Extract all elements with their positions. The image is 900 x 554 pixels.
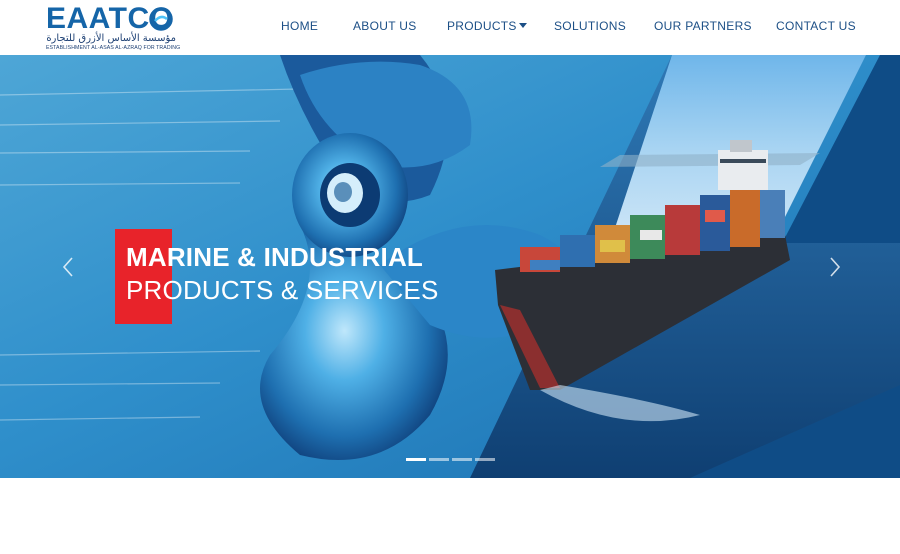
content-area bbox=[0, 478, 900, 554]
site-header: EAATCO مؤسسة الأساس الأزرق للتجارة ESTAB… bbox=[0, 0, 900, 55]
slider-dot-4[interactable] bbox=[475, 458, 495, 461]
nav-item-solutions[interactable]: SOLUTIONS bbox=[554, 19, 626, 33]
nav-item-our-partners[interactable]: OUR PARTNERS bbox=[654, 19, 752, 33]
nav-item-products-label: PRODUCTS bbox=[447, 19, 517, 33]
nav-item-about-us[interactable]: ABOUT US bbox=[353, 19, 417, 33]
chevron-left-icon[interactable] bbox=[59, 254, 79, 280]
caret-down-icon bbox=[518, 23, 527, 28]
nav-item-contact-us[interactable]: CONTACT US bbox=[776, 19, 856, 33]
hero-headline-line1: MARINE & INDUSTRIAL bbox=[126, 242, 424, 272]
nav-item-home[interactable]: HOME bbox=[281, 19, 318, 33]
slider-dot-3[interactable] bbox=[452, 458, 472, 461]
hero-headline: MARINE & INDUSTRIAL PRODUCTS & SERVICES bbox=[126, 241, 439, 307]
hero-headline-line2: PRODUCTS & SERVICES bbox=[126, 275, 439, 305]
nav-item-products[interactable]: PRODUCTS bbox=[447, 19, 527, 33]
slider-dot-2[interactable] bbox=[429, 458, 449, 461]
chevron-right-icon[interactable] bbox=[824, 254, 844, 280]
main-nav: HOME ABOUT US PRODUCTS SOLUTIONS OUR PAR… bbox=[0, 0, 900, 55]
slider-dot-1[interactable] bbox=[406, 458, 426, 461]
hero-slider: MARINE & INDUSTRIAL PRODUCTS & SERVICES bbox=[0, 55, 900, 478]
